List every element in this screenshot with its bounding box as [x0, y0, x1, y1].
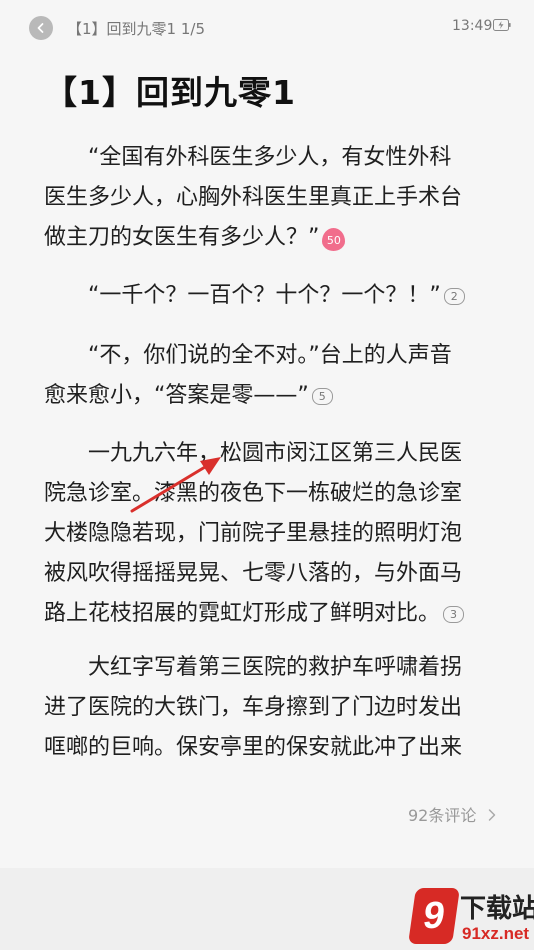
- paragraph[interactable]: 一九九六年，松圆市闵江区第三人民医 院急诊室。漆黑的夜色下一栋破烂的急诊室 大楼…: [44, 434, 514, 634]
- status-time: 13:49: [452, 18, 493, 34]
- paragraph-line: 大楼隐隐若现，门前院子里悬挂的照明灯泡: [44, 521, 463, 546]
- paragraph-line: 大红字写着第三医院的救护车呼啸着拐: [88, 655, 463, 680]
- reader-page: 【1】回到九零1 1/5 13:49 【1】回到九零1 “全国有外科医生多少人，…: [0, 0, 534, 868]
- paragraph-line: “不，你们说的全不对。”台上的人声音: [88, 343, 452, 368]
- chapter-title: 【1】回到九零1: [44, 73, 296, 112]
- comments-count-label: 92条评论: [408, 806, 477, 825]
- paragraph-line: 被风吹得摇摇晃晃、七零八落的，与外面马: [44, 561, 463, 586]
- watermark-icon: 9: [408, 888, 460, 944]
- paragraph[interactable]: “一千个？一百个？十个？一个？！” 2: [44, 276, 514, 316]
- paragraph-line: “全国有外科医生多少人，有女性外科: [88, 145, 452, 170]
- site-watermark-logo: 9 下载站 91xz.net: [408, 888, 534, 950]
- paragraph-comment-badge[interactable]: 5: [311, 388, 333, 405]
- paragraph-comment-badge[interactable]: 2: [443, 288, 465, 305]
- chevron-left-icon: [37, 23, 44, 33]
- paragraph-line: 愈来愈小，“答案是零——”: [44, 383, 309, 408]
- hot-comment-badge[interactable]: 50: [322, 228, 346, 251]
- paragraph[interactable]: “不，你们说的全不对。”台上的人声音 愈来愈小，“答案是零——” 5: [44, 336, 514, 416]
- battery-charging-icon: [493, 19, 511, 31]
- chevron-right-icon: [489, 809, 496, 821]
- paragraph-line: 进了医院的大铁门，车身擦到了门边时发出: [44, 695, 463, 720]
- annotation-arrow-icon: [130, 457, 221, 513]
- paragraph[interactable]: 大红字写着第三医院的救护车呼啸着拐 进了医院的大铁门，车身擦到了门边时发出 哐啷…: [44, 648, 514, 768]
- paragraph-line: 医生多少人，心胸外科医生里真正上手术台: [44, 185, 463, 210]
- back-button[interactable]: [29, 16, 53, 40]
- watermark-main-text: 下载站: [460, 894, 534, 924]
- paragraph-line: 做主刀的女医生有多少人？”: [44, 225, 320, 250]
- comments-link[interactable]: 92条评论: [408, 802, 497, 826]
- chapter-progress-title: 【1】回到九零1 1/5: [67, 20, 205, 38]
- paragraph[interactable]: “全国有外科医生多少人，有女性外科 医生多少人，心胸外科医生里真正上手术台 做主…: [44, 138, 514, 258]
- paragraph-line: “一千个？一百个？十个？一个？！”: [88, 283, 441, 308]
- watermark-url-text: 91xz.net: [462, 924, 530, 943]
- paragraph-line: 一九九六年，松圆市闵江区第三人民医: [88, 441, 463, 466]
- paragraph-line: 路上花枝招展的霓虹灯形成了鲜明对比。: [44, 601, 441, 626]
- paragraph-comment-badge[interactable]: 3: [443, 606, 465, 623]
- reader-top-bar: 【1】回到九零1 1/5 13:49: [0, 0, 534, 56]
- paragraph-line: 院急诊室。漆黑的夜色下一栋破烂的急诊室: [44, 481, 463, 506]
- paragraph-line: 哐啷的巨响。保安亭里的保安就此冲了出来: [44, 735, 463, 760]
